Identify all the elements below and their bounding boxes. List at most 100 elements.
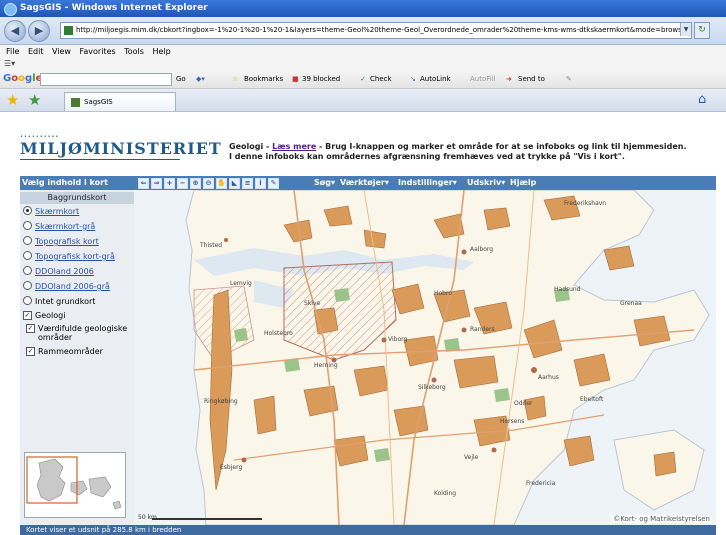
radio-label[interactable]: Topografisk kort	[35, 237, 99, 246]
refresh-icon[interactable]: ↻	[694, 22, 710, 39]
zoom-in-icon[interactable]: +	[164, 178, 175, 189]
browser-title-bar: SagsGIS - Windows Internet Explorer	[0, 0, 726, 17]
map-label: Ringkøbing	[204, 398, 238, 405]
home-icon[interactable]: ⌂	[698, 92, 714, 108]
radio-topografisk-graa[interactable]: Topografisk kort-grå	[23, 251, 133, 263]
radio-dot[interactable]	[23, 266, 32, 275]
radio-skaermkort[interactable]: Skærmkort	[23, 206, 133, 218]
autofill-button[interactable]: AutoFill	[470, 70, 496, 88]
menu-help-app[interactable]: Hjælp	[510, 176, 536, 190]
panel-title: Vælg indhold i kort	[22, 178, 108, 187]
radio-dot[interactable]	[23, 251, 32, 260]
zoom-box-icon[interactable]: ⊕	[190, 178, 201, 189]
address-bar[interactable]: http://miljoegis.mim.dk/cbkort?ingbox=-1…	[60, 22, 692, 39]
pan-right-icon[interactable]: ⇒	[151, 178, 162, 189]
map-label: Hadsund	[554, 286, 581, 293]
zoom-full-icon[interactable]: ⊖	[203, 178, 214, 189]
draw-icon[interactable]: ✎	[268, 178, 279, 189]
menu-favorites[interactable]: Favorites	[80, 47, 116, 56]
autolink-button[interactable]: AutoLink	[420, 70, 451, 88]
radio-ddoland-graa[interactable]: DDOland 2006-grå	[23, 281, 133, 293]
checkbox-box[interactable]: ✓	[23, 311, 32, 320]
radio-label[interactable]: Intet grundkort	[35, 297, 95, 306]
scale-line	[152, 518, 262, 520]
geology-label: Geologi	[35, 311, 66, 320]
map-label: Esbjerg	[220, 464, 243, 471]
menu-tools-app[interactable]: Værktøjer▾	[340, 176, 389, 190]
radio-label[interactable]: DDOland 2006-grå	[35, 282, 110, 291]
menu-search[interactable]: Søg▾	[314, 176, 335, 190]
browser-tab[interactable]: SagsGIS	[64, 92, 176, 111]
pan-left-icon[interactable]: ⇐	[138, 178, 149, 189]
radio-dot[interactable]	[23, 281, 32, 290]
info-line-2: I denne infoboks kan områdernes afgrænsn…	[229, 152, 625, 161]
info-icon[interactable]: i	[255, 178, 266, 189]
add-favorite-icon[interactable]: ★	[28, 92, 44, 108]
google-go-button[interactable]: Go	[176, 70, 186, 88]
radio-dot[interactable]	[23, 236, 32, 245]
measure-icon[interactable]: ◣	[229, 178, 240, 189]
google-logo: Google	[3, 73, 43, 84]
layer-vaerdifulde-checkbox[interactable]: ✓ Værdifulde geologiske områder	[26, 324, 132, 344]
radio-label[interactable]: Skærmkort-grå	[35, 222, 95, 231]
back-button[interactable]: ◀	[4, 20, 26, 42]
popup-blocked-icon: ■	[292, 75, 299, 83]
layers-icon[interactable]: ≡	[242, 178, 253, 189]
radio-label[interactable]: Topografisk kort-grå	[35, 252, 115, 261]
page-icon	[64, 25, 73, 35]
menu-settings[interactable]: Indstillinger▾	[398, 176, 457, 190]
ministry-logo[interactable]: MILJØMINISTERIET	[20, 139, 222, 158]
send-to-button[interactable]: Send to	[518, 70, 545, 88]
check-button[interactable]: Check	[370, 70, 392, 88]
background-map-heading: Baggrundskort	[20, 192, 134, 204]
menu-edit[interactable]: Edit	[28, 47, 44, 56]
map-label: Silkeborg	[418, 384, 446, 391]
geology-group-checkbox[interactable]: ✓ Geologi	[23, 311, 133, 321]
autolink-icon: ↘	[410, 75, 416, 83]
radio-label[interactable]: DDOland 2006	[35, 267, 94, 276]
google-toolbar: Google Go ◆▾ ☆ Bookmarks ■ 39 blocked ✓ …	[0, 70, 726, 89]
checkbox-box[interactable]: ✓	[26, 324, 35, 333]
zoom-out-icon[interactable]: −	[177, 178, 188, 189]
radio-intet-grundkort[interactable]: Intet grundkort	[23, 296, 133, 308]
bookmarks-button[interactable]: Bookmarks	[244, 70, 283, 88]
hand-pan-icon[interactable]: ✋	[216, 178, 227, 189]
favorites-bar: ★ ★ SagsGIS ⌂	[0, 89, 726, 112]
map-label: Thisted	[200, 242, 223, 249]
pencil-icon[interactable]: ✎	[566, 70, 572, 88]
map-label: Kolding	[434, 490, 457, 497]
app-toolbar: Vælg indhold i kort ⇐ ⇒ + − ⊕ ⊖ ✋ ◣ ≡ i …	[20, 176, 716, 190]
favorites-star-icon[interactable]: ★	[6, 92, 22, 108]
menu-print[interactable]: Udskriv▾	[467, 176, 505, 190]
radio-dot[interactable]	[23, 206, 32, 215]
map-label: Randers	[470, 326, 495, 333]
menu-view[interactable]: View	[52, 47, 71, 56]
google-search-input[interactable]	[40, 73, 172, 86]
layer-rammeomrader-checkbox[interactable]: ✓ Rammeområder	[26, 347, 132, 357]
bookmarks-star-icon: ☆	[232, 75, 239, 83]
radio-ddoland[interactable]: DDOland 2006	[23, 266, 133, 278]
toolbar-options-icon[interactable]: ☰▾	[4, 59, 15, 68]
menu-file[interactable]: File	[6, 47, 19, 56]
address-dropdown-button[interactable]: ▼	[680, 23, 691, 36]
page-right-margin	[716, 176, 726, 535]
google-options-icon[interactable]: ◆▾	[196, 70, 205, 88]
read-more-link[interactable]: Læs mere	[272, 142, 316, 151]
radio-dot[interactable]	[23, 221, 32, 230]
radio-label[interactable]: Skærmkort	[35, 207, 79, 216]
popup-blocked-button[interactable]: 39 blocked	[302, 70, 340, 88]
radio-skaermkort-graa[interactable]: Skærmkort-grå	[23, 221, 133, 233]
map-label: Fredericia	[526, 480, 556, 487]
overview-map[interactable]	[24, 452, 126, 518]
map-label: Ebeltoft	[580, 396, 604, 403]
radio-dot[interactable]	[23, 296, 32, 305]
menu-help[interactable]: Help	[152, 47, 170, 56]
map-label: Frederikshavn	[564, 200, 607, 207]
map-canvas[interactable]: Thisted Hobro Aalborg Viborg Herning Sil…	[134, 190, 716, 525]
menu-tools[interactable]: Tools	[124, 47, 144, 56]
checkbox-box[interactable]: ✓	[26, 347, 35, 356]
send-to-icon: ➜	[506, 75, 512, 83]
radio-topografisk[interactable]: Topografisk kort	[23, 236, 133, 248]
forward-button[interactable]: ▶	[28, 20, 50, 42]
ie-logo-icon	[4, 3, 17, 16]
